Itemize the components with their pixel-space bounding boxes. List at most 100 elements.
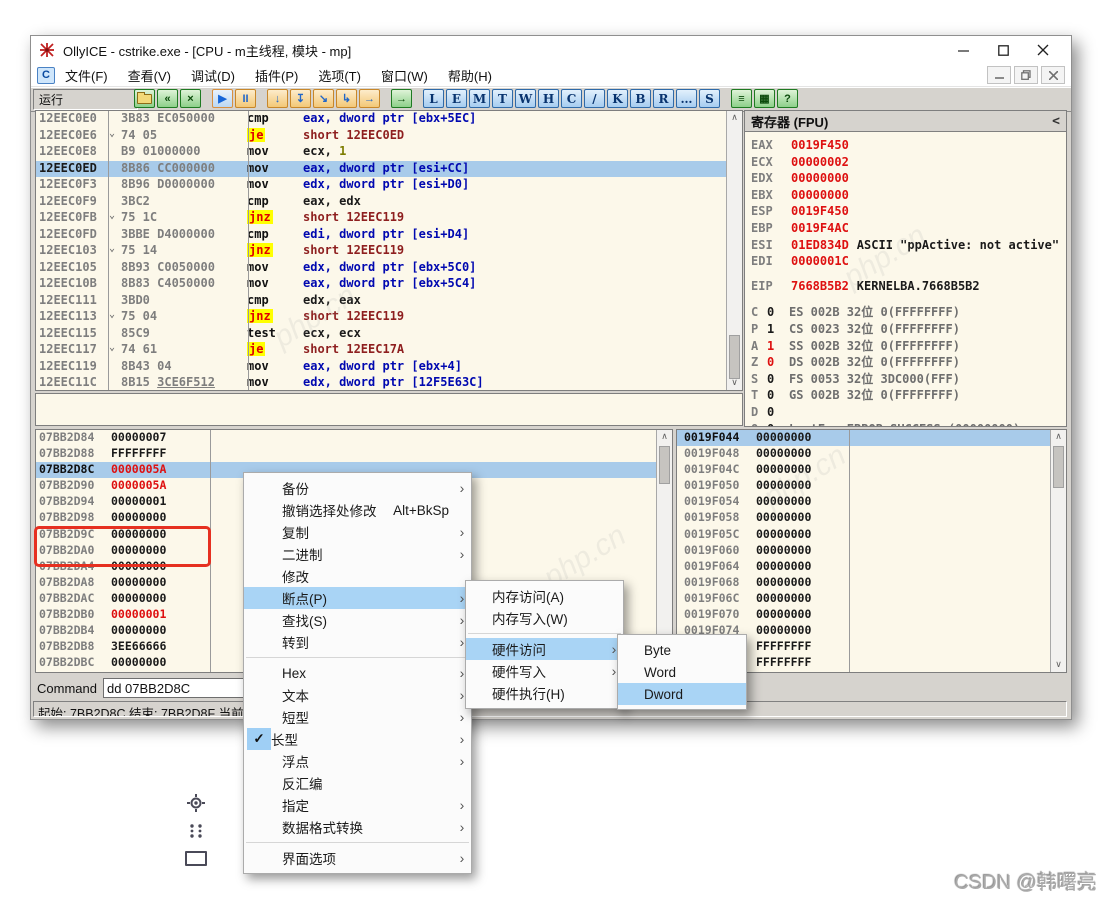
menubar-item-0[interactable]: 文件(F) — [55, 64, 118, 87]
scroll-up-icon[interactable]: ∧ — [1051, 430, 1066, 444]
memory-map-button[interactable]: M — [469, 89, 490, 108]
mdi-restore-button[interactable] — [1014, 66, 1038, 84]
restart-button[interactable]: « — [157, 89, 178, 108]
options-button[interactable]: ≡ — [731, 89, 752, 108]
pause-button[interactable]: II — [235, 89, 256, 108]
context-menu-item-9[interactable]: Hex› — [244, 662, 471, 684]
register-row-eip[interactable]: EIP7668B5B2KERNELBA.7668B5B2 — [751, 278, 1066, 295]
menubar-item-4[interactable]: 选项(T) — [308, 64, 371, 87]
run-button[interactable]: ▶ — [212, 89, 233, 108]
titlebar[interactable]: OllyICE - cstrike.exe - [CPU - m主线程, 模块 … — [31, 36, 1071, 64]
breakpoint-submenu-item-1[interactable]: 内存写入(W) — [466, 607, 623, 629]
collapse-button[interactable]: < — [1052, 114, 1060, 129]
menubar-item-5[interactable]: 窗口(W) — [371, 64, 438, 87]
source-button[interactable]: S — [699, 89, 720, 108]
registers-pane[interactable]: 寄存器 (FPU) < EAX0019F450ECX00000002EDX000… — [744, 110, 1067, 427]
scrollbar-thumb[interactable] — [659, 446, 670, 484]
stack-row[interactable]: 0019F06800000000 — [677, 575, 1051, 591]
flag-row[interactable]: A1SS 002B 32位 0(FFFFFFFF) — [751, 338, 1066, 355]
context-menu-item-4[interactable]: 修改 — [244, 565, 471, 587]
stack-row[interactable]: 0019F06C00000000 — [677, 591, 1051, 607]
mdi-child-icon[interactable]: C — [37, 67, 55, 84]
stack-row[interactable]: 0019F06400000000 — [677, 559, 1051, 575]
hardware-submenu-item-1[interactable]: Word — [618, 661, 746, 683]
disasm-vertical-scrollbar[interactable]: ∧ ∨ — [726, 111, 742, 390]
scroll-up-icon[interactable]: ∧ — [727, 111, 742, 125]
disasm-row[interactable]: 12EEC1198B43 04moveax, dword ptr [ebx+4] — [36, 359, 727, 376]
menubar-item-2[interactable]: 调试(D) — [181, 64, 245, 87]
hardware-submenu-item-2[interactable]: Dword — [618, 683, 746, 705]
context-menu-item-10[interactable]: 文本› — [244, 684, 471, 706]
annotation-resize-icon[interactable] — [187, 822, 205, 845]
disassembly-pane[interactable]: 12EEC0E03B83 EC050000cmpeax, dword ptr [… — [35, 110, 743, 391]
register-row[interactable]: ECX00000002 — [751, 154, 1066, 171]
context-menu-item-7[interactable]: 转到› — [244, 631, 471, 653]
register-row[interactable]: EAX0019F450 — [751, 137, 1066, 154]
stack-row[interactable]: 0019F07000000000 — [677, 607, 1051, 623]
context-menu-item-15[interactable]: 指定› — [244, 794, 471, 816]
executable-modules-button[interactable]: E — [446, 89, 467, 108]
context-menu-item-12[interactable]: ✓长型› — [244, 728, 471, 750]
close-program-button[interactable]: × — [180, 89, 201, 108]
disasm-row[interactable]: 12EEC0F93BC2cmpeax, edx — [36, 194, 727, 211]
breakpoint-submenu-item-5[interactable]: 硬件执行(H) — [466, 682, 623, 704]
context-menu-item-6[interactable]: 查找(S)› — [244, 609, 471, 631]
register-row[interactable]: EDX00000000 — [751, 170, 1066, 187]
annotation-target-icon[interactable] — [187, 794, 205, 817]
flag-row[interactable]: D0 — [751, 404, 1066, 421]
column-separator[interactable] — [108, 111, 109, 390]
step-into-button[interactable]: ↓ — [267, 89, 288, 108]
breakpoint-submenu-item-0[interactable]: 内存访问(A) — [466, 585, 623, 607]
close-button[interactable] — [1023, 38, 1063, 62]
log-window-button[interactable]: L — [423, 89, 444, 108]
context-menu-item-0[interactable]: 备份› — [244, 477, 471, 499]
breakpoint-submenu-item-3[interactable]: 硬件访问› — [466, 638, 623, 660]
threads-window-button[interactable]: T — [492, 89, 513, 108]
trace-over-button[interactable]: ↳ — [336, 89, 357, 108]
stack-row[interactable]: 0019F05800000000 — [677, 510, 1051, 526]
context-menu-item-5[interactable]: 断点(P)› — [244, 587, 471, 609]
breakpoint-submenu-item-4[interactable]: 硬件写入› — [466, 660, 623, 682]
disasm-row[interactable]: 12EEC0FB⌄75 1Cjnzshort 12EEC119 — [36, 210, 727, 227]
flag-row[interactable]: C0ES 002B 32位 0(FFFFFFFF) — [751, 304, 1066, 321]
context-menu-item-2[interactable]: 复制› — [244, 521, 471, 543]
register-row[interactable]: ESI01ED834DASCII "ppActive: not active" — [751, 237, 1066, 254]
disasm-row[interactable]: 12EEC10B8B83 C4050000moveax, dword ptr [… — [36, 276, 727, 293]
go-to-address-button[interactable]: → — [391, 89, 412, 108]
disasm-row[interactable]: 12EEC0E03B83 EC050000cmpeax, dword ptr [… — [36, 111, 727, 128]
breakpoints-window-button[interactable]: B — [630, 89, 651, 108]
context-menu-item-1[interactable]: 撤销选择处修改Alt+BkSp — [244, 499, 471, 521]
annotation-rectangle-icon[interactable] — [185, 851, 207, 866]
register-row[interactable]: EBP0019F4AC — [751, 220, 1066, 237]
info-pane[interactable] — [35, 393, 743, 426]
flag-row[interactable]: O0LastErr ERROR_SUCCESS (00000000) — [751, 421, 1066, 428]
hardware-submenu-item-0[interactable]: Byte — [618, 639, 746, 661]
step-over-button[interactable]: ↧ — [290, 89, 311, 108]
column-separator[interactable] — [248, 111, 249, 390]
cpu-window-button[interactable]: C — [561, 89, 582, 108]
context-menu-item-3[interactable]: 二进制› — [244, 543, 471, 565]
stack-vertical-scrollbar[interactable]: ∧ ∨ — [1050, 430, 1066, 672]
flag-row[interactable]: Z0DS 002B 32位 0(FFFFFFFF) — [751, 354, 1066, 371]
menubar-item-6[interactable]: 帮助(H) — [438, 64, 502, 87]
windows-list-button[interactable]: W — [515, 89, 536, 108]
patches-window-button[interactable]: / — [584, 89, 605, 108]
stack-row[interactable]: 0019F04C00000000 — [677, 462, 1051, 478]
stack-row[interactable]: 0019F05000000000 — [677, 478, 1051, 494]
context-menu-item-14[interactable]: 反汇编 — [244, 772, 471, 794]
scroll-down-icon[interactable]: ∨ — [1051, 658, 1066, 672]
stack-row[interactable]: 0019F06000000000 — [677, 543, 1051, 559]
maximize-button[interactable] — [983, 38, 1023, 62]
references-button[interactable]: R — [653, 89, 674, 108]
disasm-row[interactable]: 12EEC11C8B15 3CE6F512movedx, dword ptr [… — [36, 375, 727, 391]
context-menu-item-11[interactable]: 短型› — [244, 706, 471, 728]
minimize-button[interactable] — [943, 38, 983, 62]
scrollbar-thumb[interactable] — [1053, 446, 1064, 488]
dump-row[interactable]: 07BB2D88FFFFFFFF — [36, 446, 657, 462]
stack-row[interactable]: 0019F04800000000 — [677, 446, 1051, 462]
disasm-row[interactable]: 12EEC0ED8B86 CC000000moveax, dword ptr [… — [36, 161, 727, 178]
scroll-up-icon[interactable]: ∧ — [657, 430, 672, 444]
scroll-down-icon[interactable]: ∨ — [727, 376, 742, 390]
disasm-row[interactable]: 12EEC103⌄75 14jnzshort 12EEC119 — [36, 243, 727, 260]
help-button[interactable]: ? — [777, 89, 798, 108]
